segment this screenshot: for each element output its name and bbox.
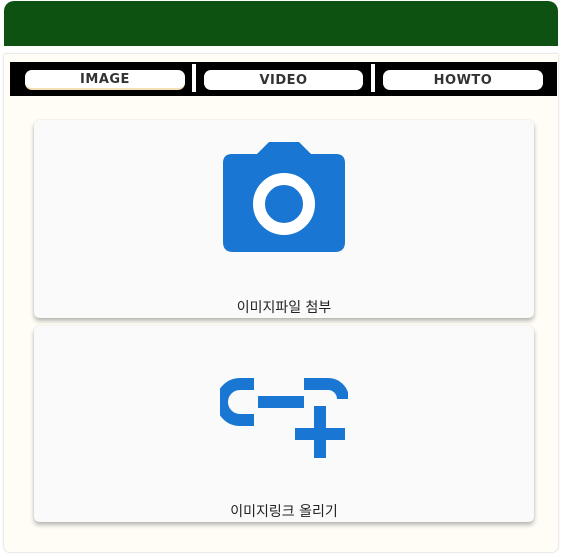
upload-image-link-label: 이미지링크 올리기 xyxy=(230,504,338,520)
tab-howto-label: HOWTO xyxy=(433,72,493,88)
tab-image-label: IMAGE xyxy=(80,71,130,87)
add-link-icon xyxy=(220,378,348,458)
tab-video[interactable]: VIDEO xyxy=(204,70,363,90)
tab-howto[interactable]: HOWTO xyxy=(383,70,543,90)
tab-image[interactable]: IMAGE xyxy=(25,70,185,90)
camera-icon xyxy=(223,142,345,252)
upload-image-link-card[interactable]: 이미지링크 올리기 xyxy=(34,326,534,522)
tab-divider xyxy=(192,64,196,92)
header-bar xyxy=(4,1,558,46)
attach-image-file-card[interactable]: 이미지파일 첨부 xyxy=(34,120,534,318)
attach-image-file-label: 이미지파일 첨부 xyxy=(236,300,332,316)
tab-bar: IMAGE VIDEO HOWTO xyxy=(10,62,557,96)
tab-video-label: VIDEO xyxy=(259,72,308,88)
tab-divider xyxy=(371,64,375,92)
